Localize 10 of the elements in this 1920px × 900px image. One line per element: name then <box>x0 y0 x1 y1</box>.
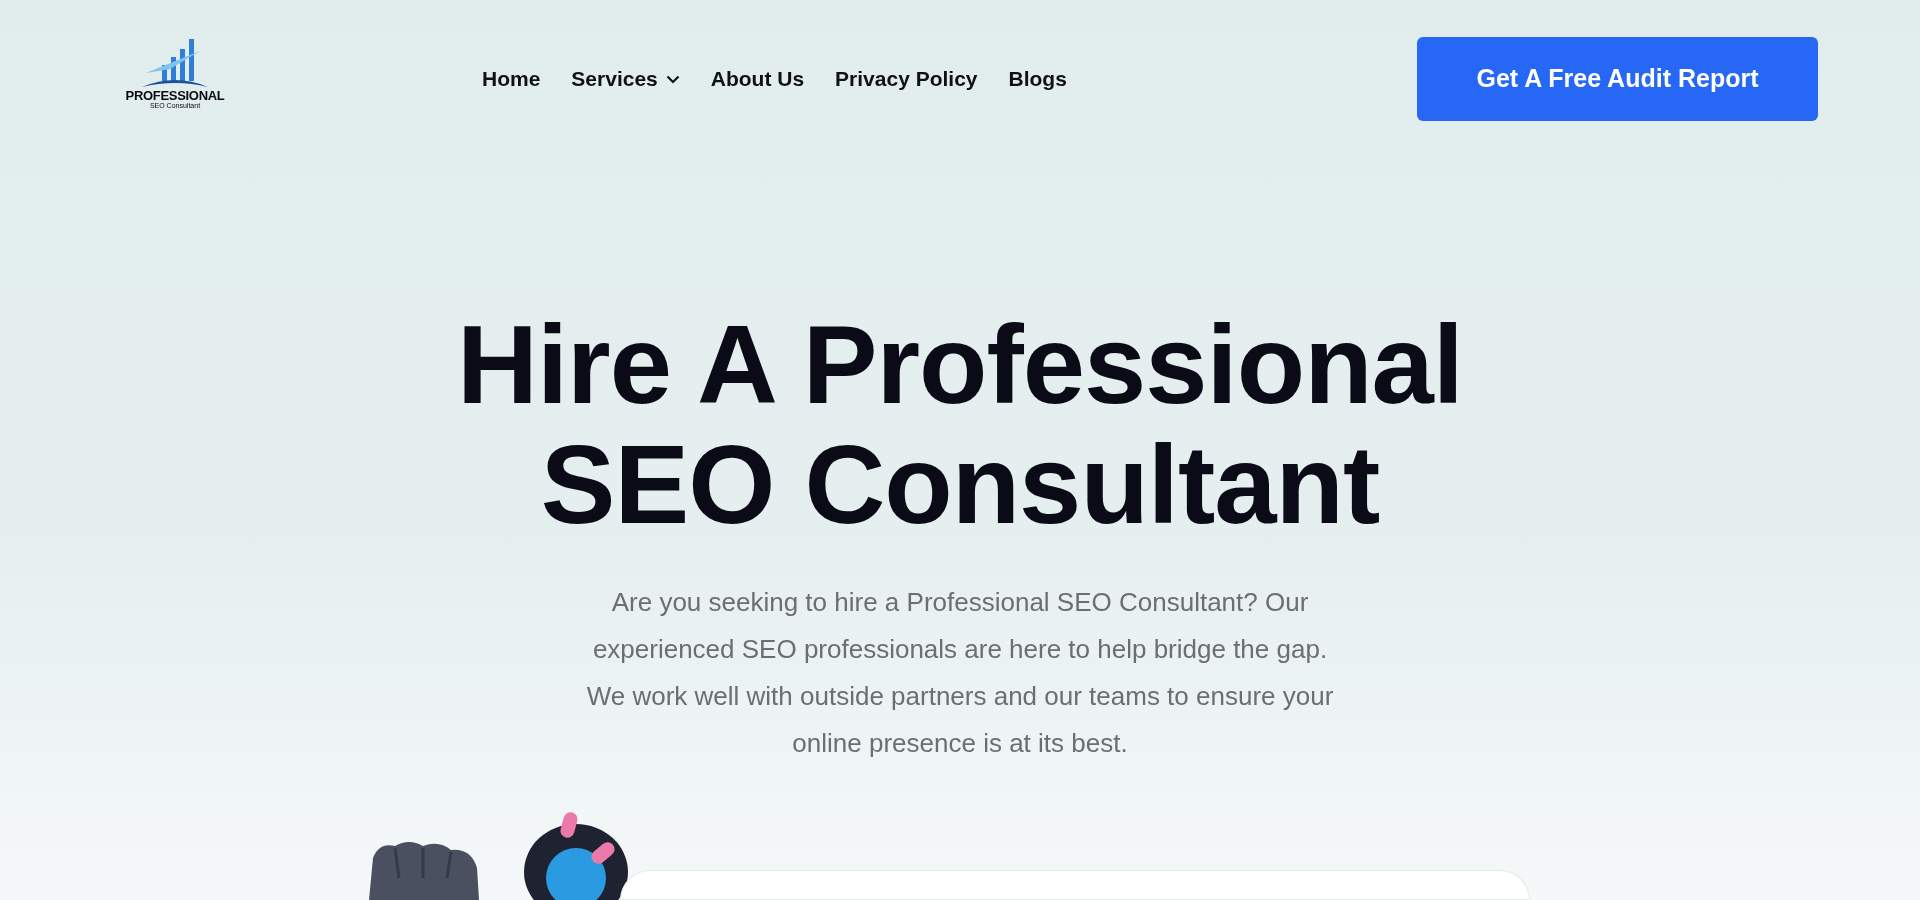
nav-link[interactable]: Blogs <box>1008 63 1067 95</box>
nav-link[interactable]: About Us <box>710 63 805 95</box>
logo-title: PROFESSIONAL <box>125 89 225 102</box>
services-dropdown[interactable]: Services <box>571 63 680 95</box>
hero-description: Are you seeking to hire a Professional SEO Consultant? Our experienced SEO professionals are here to help bridge the gap. We work well with outside partners and our teams to ensure your online presence is at its best. <box>585 586 1335 760</box>
audit-report-button[interactable]: Get A Free Audit Report <box>1417 37 1818 121</box>
hero-heading-line: Hire A Professional <box>457 305 1463 425</box>
nav-link[interactable]: Home <box>482 63 541 95</box>
hero-heading-line: SEO Consultant <box>540 425 1380 545</box>
nav-link[interactable]: Privacy Policy <box>835 63 978 95</box>
